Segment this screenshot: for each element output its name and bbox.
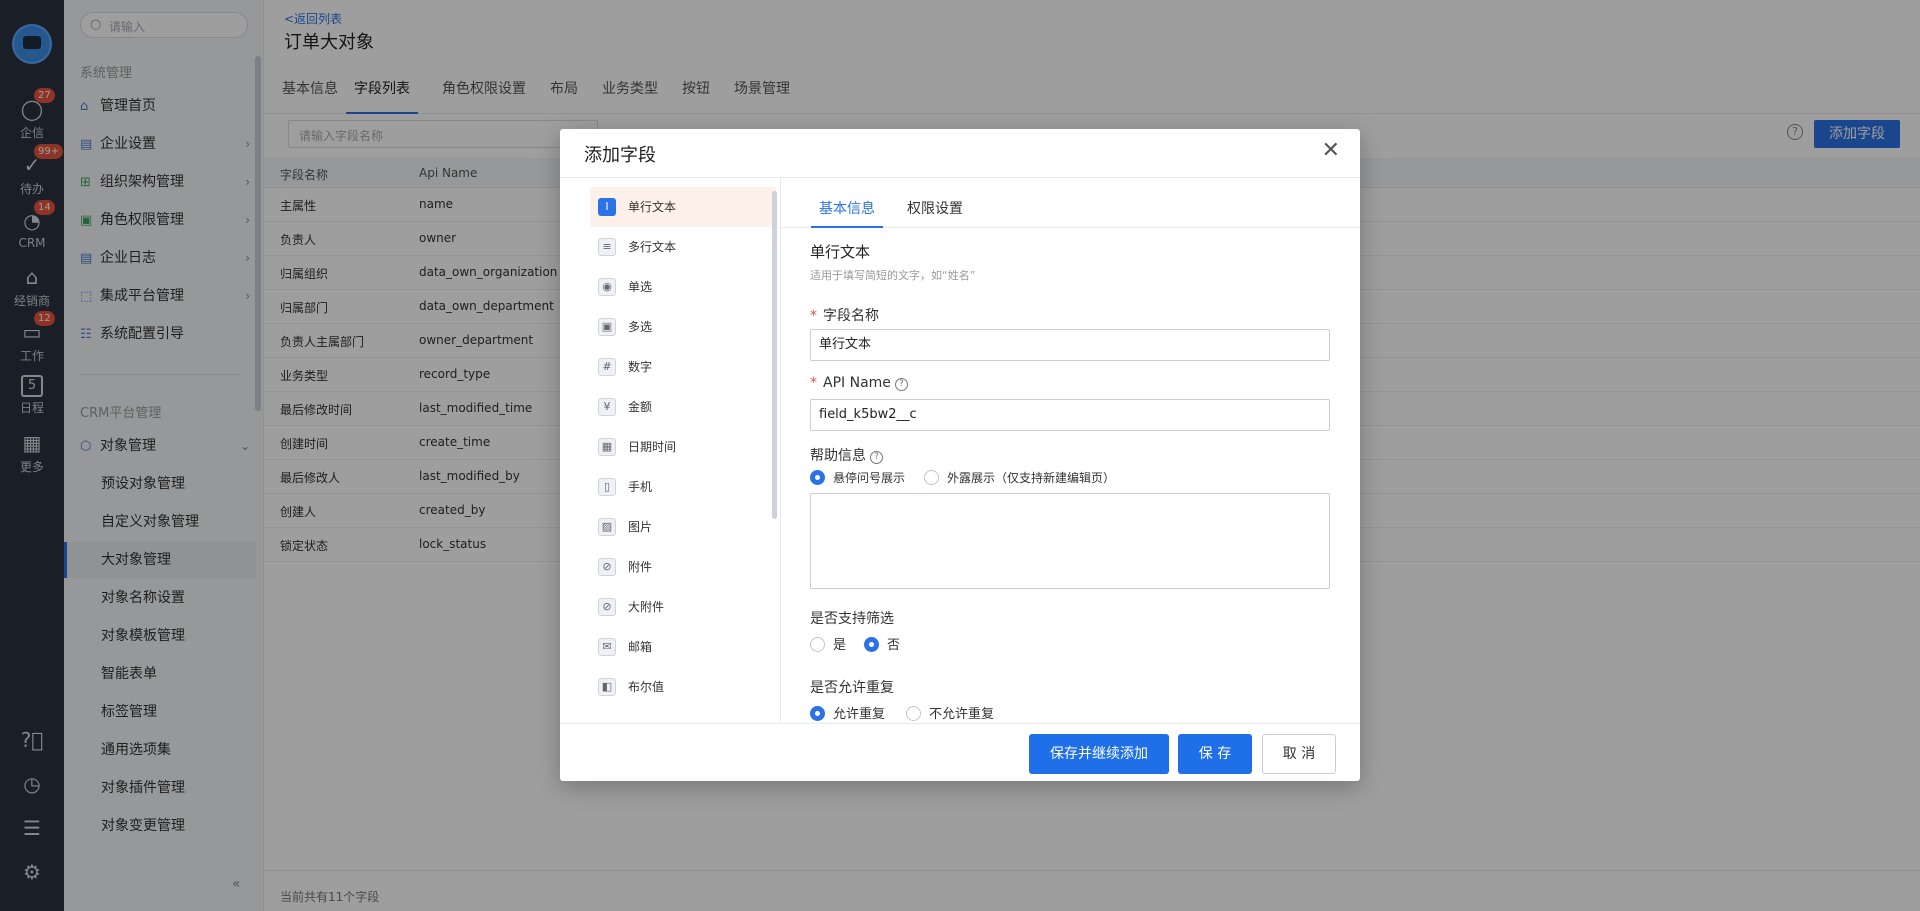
field-name-label: * 字段名称 <box>810 305 879 325</box>
help-info-label-text: 帮助信息 <box>810 448 866 464</box>
field-type-label: 金额 <box>628 400 653 414</box>
filter-no-radio[interactable]: 否 <box>864 634 900 653</box>
field-type-label: 附件 <box>628 560 653 574</box>
field-type-item[interactable]: ▦ 日期时间 <box>590 427 776 467</box>
field-type-label: 手机 <box>628 480 653 494</box>
duplicate-allow-radio[interactable]: 允许重复 <box>810 703 885 722</box>
duplicate-deny-label: 不允许重复 <box>929 707 995 722</box>
field-type-label: 邮箱 <box>628 640 653 654</box>
field-type-icon: ◉ <box>598 278 616 296</box>
field-type-item[interactable]: I 单行文本 <box>590 187 776 227</box>
field-type-item[interactable]: ⊘ 大附件 <box>590 587 776 627</box>
field-type-icon: ⊘ <box>598 558 616 576</box>
field-type-icon: ▣ <box>598 318 616 336</box>
field-type-label: 多选 <box>628 320 653 334</box>
cancel-button[interactable]: 取 消 <box>1262 734 1336 774</box>
field-name-input[interactable]: 单行文本 <box>810 329 1330 361</box>
question-icon[interactable]: ? <box>894 378 908 391</box>
field-type-item[interactable]: ≡ 多行文本 <box>590 227 776 267</box>
dialog-footer-divider <box>560 723 1360 724</box>
api-name-label-text: API Name <box>823 375 891 391</box>
duplicate-label: 是否允许重复 <box>810 680 894 696</box>
api-name-input[interactable]: field_k5bw2__c <box>810 399 1330 431</box>
field-type-item[interactable]: # 数字 <box>590 347 776 387</box>
field-type-item[interactable]: ¥ 金额 <box>590 387 776 427</box>
radio-unchecked-icon <box>906 706 921 721</box>
field-type-label: 多行文本 <box>628 240 677 254</box>
save-button[interactable]: 保 存 <box>1178 734 1252 774</box>
field-type-label: 大附件 <box>628 600 665 614</box>
radio-checked-icon <box>810 470 825 485</box>
field-type-item[interactable]: ▣ 多选 <box>590 307 776 347</box>
close-icon[interactable]: ✕ <box>1322 139 1340 163</box>
field-type-item[interactable]: ◧ 布尔值 <box>590 667 776 707</box>
field-type-icon: ▦ <box>598 438 616 456</box>
field-type-icon: ✉ <box>598 638 616 656</box>
field-type-icon: ≡ <box>598 238 616 256</box>
field-type-label: 数字 <box>628 360 653 374</box>
tab-dialog-basic[interactable]: 基本信息 <box>811 198 883 228</box>
help-exposed-radio[interactable]: 外露展示（仅支持新建编辑页） <box>924 469 1115 486</box>
field-type-icon: I <box>598 198 616 216</box>
field-type-label: 单行文本 <box>628 200 677 214</box>
field-type-label: 单选 <box>628 280 653 294</box>
field-type-list: I 单行文本 ≡ 多行文本 ◉ 单选 ▣ 多选 # 数字 ¥ 金额 ▦ 日期时间 ▯ 手机 ▨ 图片 ⊘ 附件 ⊘ 大附件… <box>590 187 776 717</box>
help-info-textarea[interactable] <box>810 493 1330 589</box>
filter-yes-radio[interactable]: 是 <box>810 634 846 653</box>
field-type-label: 日期时间 <box>628 440 677 454</box>
field-type-scrollbar[interactable] <box>772 191 777 519</box>
field-type-label: 布尔值 <box>628 680 665 694</box>
field-type-icon: # <box>598 358 616 376</box>
field-type-desc: 适用于填写简短的文字，如“姓名” <box>810 269 976 282</box>
api-name-label: * API Name? <box>810 375 908 391</box>
field-type-item[interactable]: ⊘ 附件 <box>590 547 776 587</box>
filter-no-label: 否 <box>887 638 901 653</box>
add-field-dialog: 添加字段 ✕ I 单行文本 ≡ 多行文本 ◉ 单选 ▣ 多选 # 数字 ¥ 金额 ▦ 日期时间 ▯ 手机 ▨ 图片… <box>560 129 1360 781</box>
field-type-item[interactable]: ◉ 单选 <box>590 267 776 307</box>
field-type-title: 单行文本 <box>810 243 871 261</box>
required-mark: * <box>810 308 817 324</box>
required-mark: * <box>810 375 817 391</box>
filter-yes-label: 是 <box>833 638 847 653</box>
field-type-icon: ▨ <box>598 518 616 536</box>
field-type-icon: ¥ <box>598 398 616 416</box>
save-and-continue-button[interactable]: 保存并继续添加 <box>1029 734 1169 774</box>
help-exposed-radio-label: 外露展示（仅支持新建编辑页） <box>947 471 1116 485</box>
dialog-column-divider <box>780 178 781 724</box>
field-type-icon: ▯ <box>598 478 616 496</box>
field-name-label-text: 字段名称 <box>823 308 879 324</box>
field-type-item[interactable]: ✉ 邮箱 <box>590 627 776 667</box>
radio-unchecked-icon <box>924 470 939 485</box>
field-type-label: 图片 <box>628 520 653 534</box>
help-hover-radio-label: 悬停问号展示 <box>833 471 906 485</box>
field-type-item[interactable]: ▨ 图片 <box>590 507 776 547</box>
dialog-title: 添加字段 <box>584 145 656 166</box>
radio-checked-icon <box>864 637 879 652</box>
help-hover-radio[interactable]: 悬停问号展示 <box>810 469 905 486</box>
radio-unchecked-icon <box>810 637 825 652</box>
question-icon[interactable]: ? <box>870 451 883 464</box>
radio-checked-icon <box>810 706 825 721</box>
dialog-tabs: 基本信息 权限设置 <box>781 178 1360 228</box>
filter-label: 是否支持筛选 <box>810 611 894 627</box>
tab-dialog-permission[interactable]: 权限设置 <box>907 198 963 228</box>
field-type-icon: ◧ <box>598 678 616 696</box>
field-type-item[interactable]: ▯ 手机 <box>590 467 776 507</box>
duplicate-deny-radio[interactable]: 不允许重复 <box>906 703 994 722</box>
field-type-icon: ⊘ <box>598 598 616 616</box>
duplicate-allow-label: 允许重复 <box>833 707 886 722</box>
help-info-label: 帮助信息? <box>810 445 883 465</box>
